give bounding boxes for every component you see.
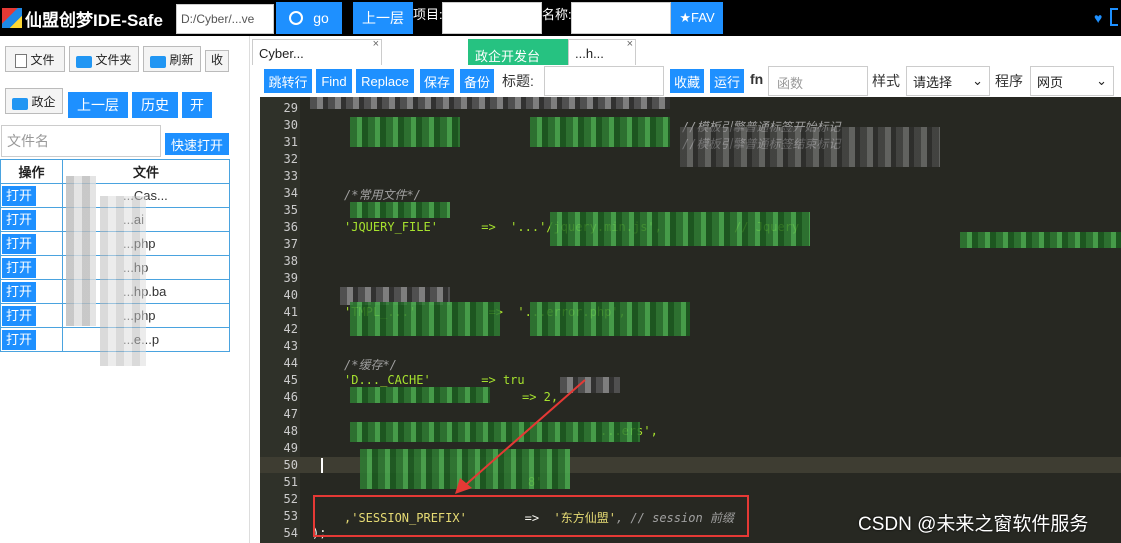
annotation-highlight-box: [313, 495, 749, 537]
watermark: CSDN @未来之窗软件服务: [858, 514, 1089, 535]
annotation-arrow: [455, 379, 586, 494]
